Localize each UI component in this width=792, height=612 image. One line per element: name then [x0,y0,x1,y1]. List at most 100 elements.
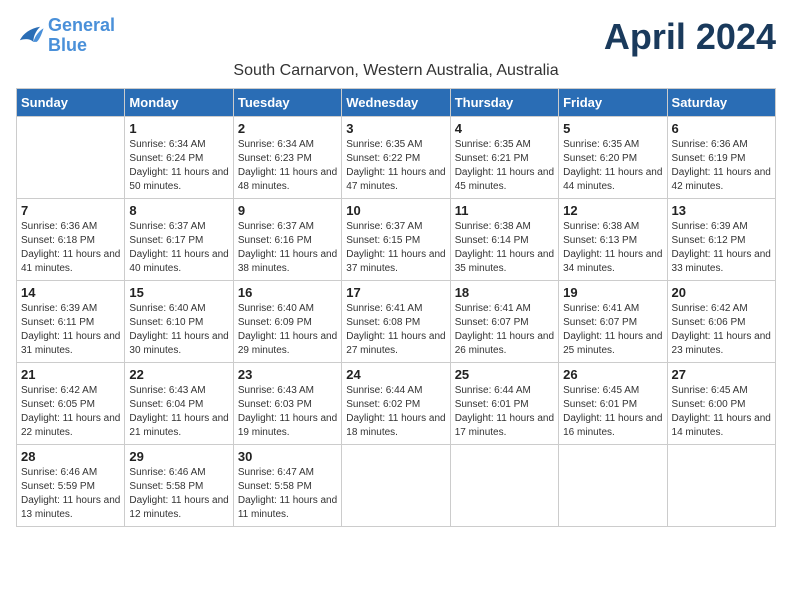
col-friday: Friday [559,89,667,117]
day-info: Sunrise: 6:36 AM Sunset: 6:18 PM Dayligh… [21,220,120,276]
table-row [450,445,558,527]
table-row: 12 Sunrise: 6:38 AM Sunset: 6:13 PM Dayli… [559,199,667,281]
day-number: 27 [672,367,771,382]
logo-bird-icon [16,25,44,47]
table-row: 9 Sunrise: 6:37 AM Sunset: 6:16 PM Daylig… [233,199,341,281]
day-number: 6 [672,121,771,136]
table-row: 17 Sunrise: 6:41 AM Sunset: 6:08 PM Dayli… [342,281,450,363]
day-info: Sunrise: 6:35 AM Sunset: 6:22 PM Dayligh… [346,138,445,194]
table-row: 3Sunrise: 6:35 AM Sunset: 6:22 PM Daylig… [342,117,450,199]
table-row [667,445,775,527]
day-info: Sunrise: 6:38 AM Sunset: 6:14 PM Dayligh… [455,220,554,276]
col-monday: Monday [125,89,233,117]
col-saturday: Saturday [667,89,775,117]
table-row: 7 Sunrise: 6:36 AM Sunset: 6:18 PM Daylig… [17,199,125,281]
day-info: Sunrise: 6:43 AM Sunset: 6:03 PM Dayligh… [238,384,337,440]
day-info: Sunrise: 6:37 AM Sunset: 6:15 PM Dayligh… [346,220,445,276]
table-row [559,445,667,527]
day-info: Sunrise: 6:35 AM Sunset: 6:20 PM Dayligh… [563,138,662,194]
table-row: 1Sunrise: 6:34 AM Sunset: 6:24 PM Daylig… [125,117,233,199]
day-info: Sunrise: 6:34 AM Sunset: 6:23 PM Dayligh… [238,138,337,194]
table-row: 26Sunrise: 6:45 AM Sunset: 6:01 PM Dayli… [559,363,667,445]
logo-line1: General [48,15,115,35]
day-number: 22 [129,367,228,382]
calendar-week-row: 28 Sunrise: 6:46 AM Sunset: 5:59 PM Dayli… [17,445,776,527]
day-info: Sunrise: 6:46 AM Sunset: 5:58 PM Dayligh… [129,466,228,522]
day-number: 15 [129,285,228,300]
table-row: 22 Sunrise: 6:43 AM Sunset: 6:04 PM Dayli… [125,363,233,445]
day-number: 23 [238,367,337,382]
day-info: Sunrise: 6:40 AM Sunset: 6:10 PM Dayligh… [129,302,228,358]
day-number: 20 [672,285,771,300]
day-info: Sunrise: 6:42 AM Sunset: 6:06 PM Dayligh… [672,302,771,358]
table-row: 8 Sunrise: 6:37 AM Sunset: 6:17 PM Daylig… [125,199,233,281]
table-row: 10 Sunrise: 6:37 AM Sunset: 6:15 PM Dayli… [342,199,450,281]
logo-text: General Blue [48,16,115,56]
day-number: 18 [455,285,554,300]
day-number: 28 [21,449,120,464]
day-number: 14 [21,285,120,300]
day-info: Sunrise: 6:44 AM Sunset: 6:01 PM Dayligh… [455,384,554,440]
table-row: 18 Sunrise: 6:41 AM Sunset: 6:07 PM Dayli… [450,281,558,363]
subtitle: South Carnarvon, Western Australia, Aust… [16,62,776,80]
day-number: 7 [21,203,120,218]
col-thursday: Thursday [450,89,558,117]
calendar-week-row: 1Sunrise: 6:34 AM Sunset: 6:24 PM Daylig… [17,117,776,199]
col-wednesday: Wednesday [342,89,450,117]
day-info: Sunrise: 6:37 AM Sunset: 6:17 PM Dayligh… [129,220,228,276]
table-row: 14Sunrise: 6:39 AM Sunset: 6:11 PM Dayli… [17,281,125,363]
table-row: 29 Sunrise: 6:46 AM Sunset: 5:58 PM Dayli… [125,445,233,527]
day-number: 11 [455,203,554,218]
table-row: 11 Sunrise: 6:38 AM Sunset: 6:14 PM Dayli… [450,199,558,281]
day-number: 12 [563,203,662,218]
table-row: 21Sunrise: 6:42 AM Sunset: 6:05 PM Dayli… [17,363,125,445]
table-row: 23 Sunrise: 6:43 AM Sunset: 6:03 PM Dayli… [233,363,341,445]
table-row: 19 Sunrise: 6:41 AM Sunset: 6:07 PM Dayli… [559,281,667,363]
day-info: Sunrise: 6:43 AM Sunset: 6:04 PM Dayligh… [129,384,228,440]
day-number: 17 [346,285,445,300]
table-row: 25 Sunrise: 6:44 AM Sunset: 6:01 PM Dayli… [450,363,558,445]
day-number: 30 [238,449,337,464]
logo: General Blue [16,16,115,56]
day-number: 8 [129,203,228,218]
day-number: 9 [238,203,337,218]
calendar-week-row: 14Sunrise: 6:39 AM Sunset: 6:11 PM Dayli… [17,281,776,363]
table-row: 27 Sunrise: 6:45 AM Sunset: 6:00 PM Dayli… [667,363,775,445]
day-number: 19 [563,285,662,300]
table-row: 28 Sunrise: 6:46 AM Sunset: 5:59 PM Dayli… [17,445,125,527]
day-info: Sunrise: 6:44 AM Sunset: 6:02 PM Dayligh… [346,384,445,440]
day-info: Sunrise: 6:37 AM Sunset: 6:16 PM Dayligh… [238,220,337,276]
day-info: Sunrise: 6:41 AM Sunset: 6:07 PM Dayligh… [563,302,662,358]
table-row: 16 Sunrise: 6:40 AM Sunset: 6:09 PM Dayli… [233,281,341,363]
day-number: 2 [238,121,337,136]
calendar-week-row: 7 Sunrise: 6:36 AM Sunset: 6:18 PM Daylig… [17,199,776,281]
day-info: Sunrise: 6:47 AM Sunset: 5:58 PM Dayligh… [238,466,337,522]
table-row: 5Sunrise: 6:35 AM Sunset: 6:20 PM Daylig… [559,117,667,199]
day-info: Sunrise: 6:34 AM Sunset: 6:24 PM Dayligh… [129,138,228,194]
day-info: Sunrise: 6:42 AM Sunset: 6:05 PM Dayligh… [21,384,120,440]
month-title: April 2024 [604,16,776,58]
day-info: Sunrise: 6:41 AM Sunset: 6:07 PM Dayligh… [455,302,554,358]
table-row [342,445,450,527]
col-tuesday: Tuesday [233,89,341,117]
day-number: 13 [672,203,771,218]
col-sunday: Sunday [17,89,125,117]
day-number: 16 [238,285,337,300]
day-number: 25 [455,367,554,382]
day-info: Sunrise: 6:40 AM Sunset: 6:09 PM Dayligh… [238,302,337,358]
day-info: Sunrise: 6:45 AM Sunset: 6:01 PM Dayligh… [563,384,662,440]
day-info: Sunrise: 6:35 AM Sunset: 6:21 PM Dayligh… [455,138,554,194]
calendar-week-row: 21Sunrise: 6:42 AM Sunset: 6:05 PM Dayli… [17,363,776,445]
table-row: 2 Sunrise: 6:34 AM Sunset: 6:23 PM Daylig… [233,117,341,199]
day-info: Sunrise: 6:41 AM Sunset: 6:08 PM Dayligh… [346,302,445,358]
logo-line2: Blue [48,35,87,55]
table-row: 20 Sunrise: 6:42 AM Sunset: 6:06 PM Dayli… [667,281,775,363]
table-row: 4 Sunrise: 6:35 AM Sunset: 6:21 PM Daylig… [450,117,558,199]
day-info: Sunrise: 6:38 AM Sunset: 6:13 PM Dayligh… [563,220,662,276]
calendar-header-row: Sunday Monday Tuesday Wednesday Thursday… [17,89,776,117]
day-info: Sunrise: 6:45 AM Sunset: 6:00 PM Dayligh… [672,384,771,440]
day-number: 10 [346,203,445,218]
day-info: Sunrise: 6:46 AM Sunset: 5:59 PM Dayligh… [21,466,120,522]
day-number: 4 [455,121,554,136]
day-number: 29 [129,449,228,464]
